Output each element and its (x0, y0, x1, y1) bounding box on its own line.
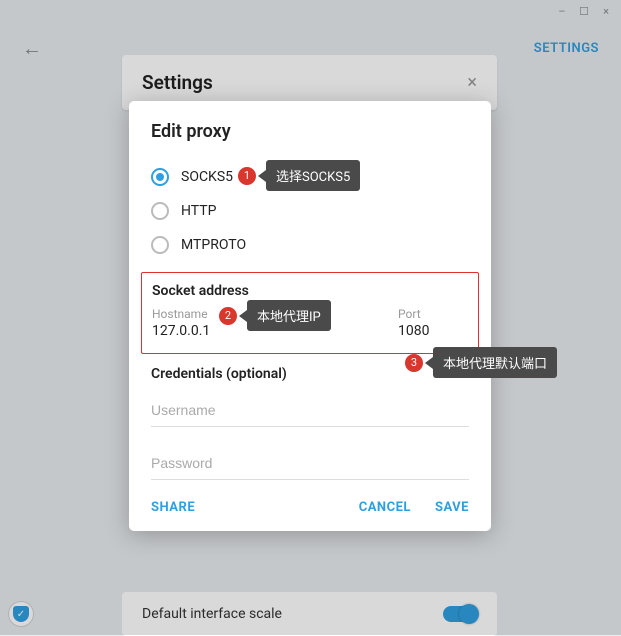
share-button[interactable]: SHARE (151, 500, 195, 515)
annotation-arrow-icon (258, 170, 266, 182)
radio-label: SOCKS5 (181, 169, 233, 185)
annotation-badge: 3 (405, 354, 423, 372)
annotation-badge: 1 (238, 167, 256, 185)
cancel-button[interactable]: CANCEL (359, 500, 411, 515)
proxy-type-http[interactable]: HTTP (151, 194, 469, 228)
radio-icon (151, 236, 169, 254)
dialog-actions: SHARE CANCEL SAVE (151, 500, 469, 515)
annotation-arrow-icon (425, 357, 433, 369)
annotation-arrow-icon (239, 310, 247, 322)
annotation-label: 选择SOCKS5 (266, 160, 360, 191)
dialog-title: Edit proxy (151, 121, 469, 142)
save-button[interactable]: SAVE (435, 500, 469, 515)
radio-icon (151, 202, 169, 220)
port-field[interactable]: Port 1080 (398, 307, 468, 339)
password-input[interactable] (151, 447, 469, 480)
port-label: Port (398, 307, 468, 321)
radio-label: HTTP (181, 203, 216, 219)
radio-label: MTPROTO (181, 237, 246, 253)
proxy-type-mtproto[interactable]: MTPROTO (151, 228, 469, 262)
radio-icon (151, 168, 169, 186)
annotation-label: 本地代理IP (247, 300, 331, 331)
annotation-2: 2 本地代理IP (219, 300, 331, 331)
username-input[interactable] (151, 394, 469, 427)
annotation-1: 1 选择SOCKS5 (238, 160, 360, 191)
annotation-label: 本地代理默认端口 (433, 347, 557, 378)
port-value: 1080 (398, 323, 468, 339)
annotation-badge: 2 (219, 307, 237, 325)
annotation-3: 3 本地代理默认端口 (405, 347, 557, 378)
socket-title: Socket address (152, 283, 468, 299)
